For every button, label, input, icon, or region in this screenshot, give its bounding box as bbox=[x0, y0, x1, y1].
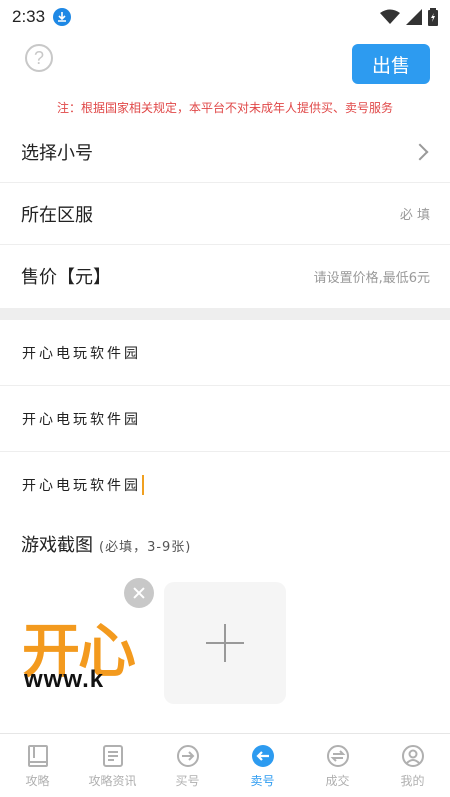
tab-guide-news-label: 攻略资讯 bbox=[88, 774, 137, 788]
tab-mine[interactable]: 我的 bbox=[375, 734, 450, 797]
tab-buy-account[interactable]: 买号 bbox=[150, 734, 225, 797]
arrow-right-circle-icon bbox=[176, 745, 199, 767]
tab-sell-account[interactable]: 卖号 bbox=[225, 734, 300, 797]
title-field-value: 开心电玩软件园 bbox=[22, 345, 141, 362]
battery-icon bbox=[428, 8, 438, 26]
title-field[interactable]: 开心电玩软件园 bbox=[0, 320, 450, 386]
exchange-circle-icon bbox=[326, 745, 349, 767]
chevron-right-icon bbox=[411, 143, 429, 160]
choose-account-row[interactable]: 选择小号 bbox=[0, 121, 450, 183]
screenshots-hint: (必填，3-9张) bbox=[99, 540, 192, 555]
sell-button[interactable]: 出售 bbox=[352, 44, 430, 84]
price-row[interactable]: 售价【元】 请设置价格,最低6元 bbox=[0, 245, 450, 307]
tab-sell-account-label: 卖号 bbox=[250, 774, 275, 788]
server-input[interactable]: 必 填 bbox=[400, 204, 430, 223]
tab-guide-label: 攻略 bbox=[25, 774, 50, 788]
book-icon bbox=[27, 745, 48, 767]
tab-mine-label: 我的 bbox=[400, 774, 425, 788]
choose-account-label: 选择小号 bbox=[21, 142, 93, 164]
wifi-icon bbox=[380, 9, 400, 24]
server-row[interactable]: 所在区服 必 填 bbox=[0, 183, 450, 245]
tab-guide[interactable]: 攻略 bbox=[0, 734, 75, 797]
server-label: 所在区服 bbox=[21, 204, 93, 226]
note-field-value: 开心电玩软件园 bbox=[22, 478, 141, 494]
bottom-tab-bar: 攻略 攻略资讯 买号 卖号 成交 我的 bbox=[0, 733, 450, 797]
tab-guide-news[interactable]: 攻略资讯 bbox=[75, 734, 150, 797]
signal-icon bbox=[406, 9, 422, 25]
notice-text: 注：根据国家相关规定，本平台不对未成年人提供买、卖号服务 bbox=[56, 101, 393, 115]
tab-deals[interactable]: 成交 bbox=[300, 734, 375, 797]
status-time: 2:33 bbox=[12, 7, 46, 26]
help-icon[interactable]: ? bbox=[25, 44, 53, 72]
status-bar: 2:33 bbox=[0, 0, 450, 34]
description-field[interactable]: 开心电玩软件园 bbox=[0, 386, 450, 452]
user-circle-icon bbox=[401, 745, 424, 767]
price-input[interactable]: 请设置价格,最低6元 bbox=[314, 267, 430, 286]
note-field[interactable]: 开心电玩软件园 bbox=[0, 452, 450, 518]
text-cursor bbox=[142, 475, 144, 495]
tab-buy-account-label: 买号 bbox=[175, 774, 200, 788]
download-icon bbox=[53, 8, 72, 26]
screenshots-title: 游戏截图 bbox=[21, 535, 93, 556]
screenshots-heading: 游戏截图 (必填，3-9张) bbox=[21, 531, 191, 557]
add-screenshot-button[interactable] bbox=[164, 582, 286, 704]
description-field-value: 开心电玩软件园 bbox=[22, 411, 141, 428]
thumbnail-url: www.k bbox=[24, 666, 105, 693]
tab-deals-label: 成交 bbox=[325, 774, 350, 788]
remove-screenshot-icon[interactable] bbox=[124, 578, 154, 608]
news-icon bbox=[102, 745, 123, 767]
section-divider bbox=[0, 308, 450, 320]
arrow-left-circle-icon bbox=[251, 745, 274, 767]
top-bar: ? 出售 bbox=[0, 40, 450, 86]
price-label: 售价【元】 bbox=[21, 267, 111, 288]
